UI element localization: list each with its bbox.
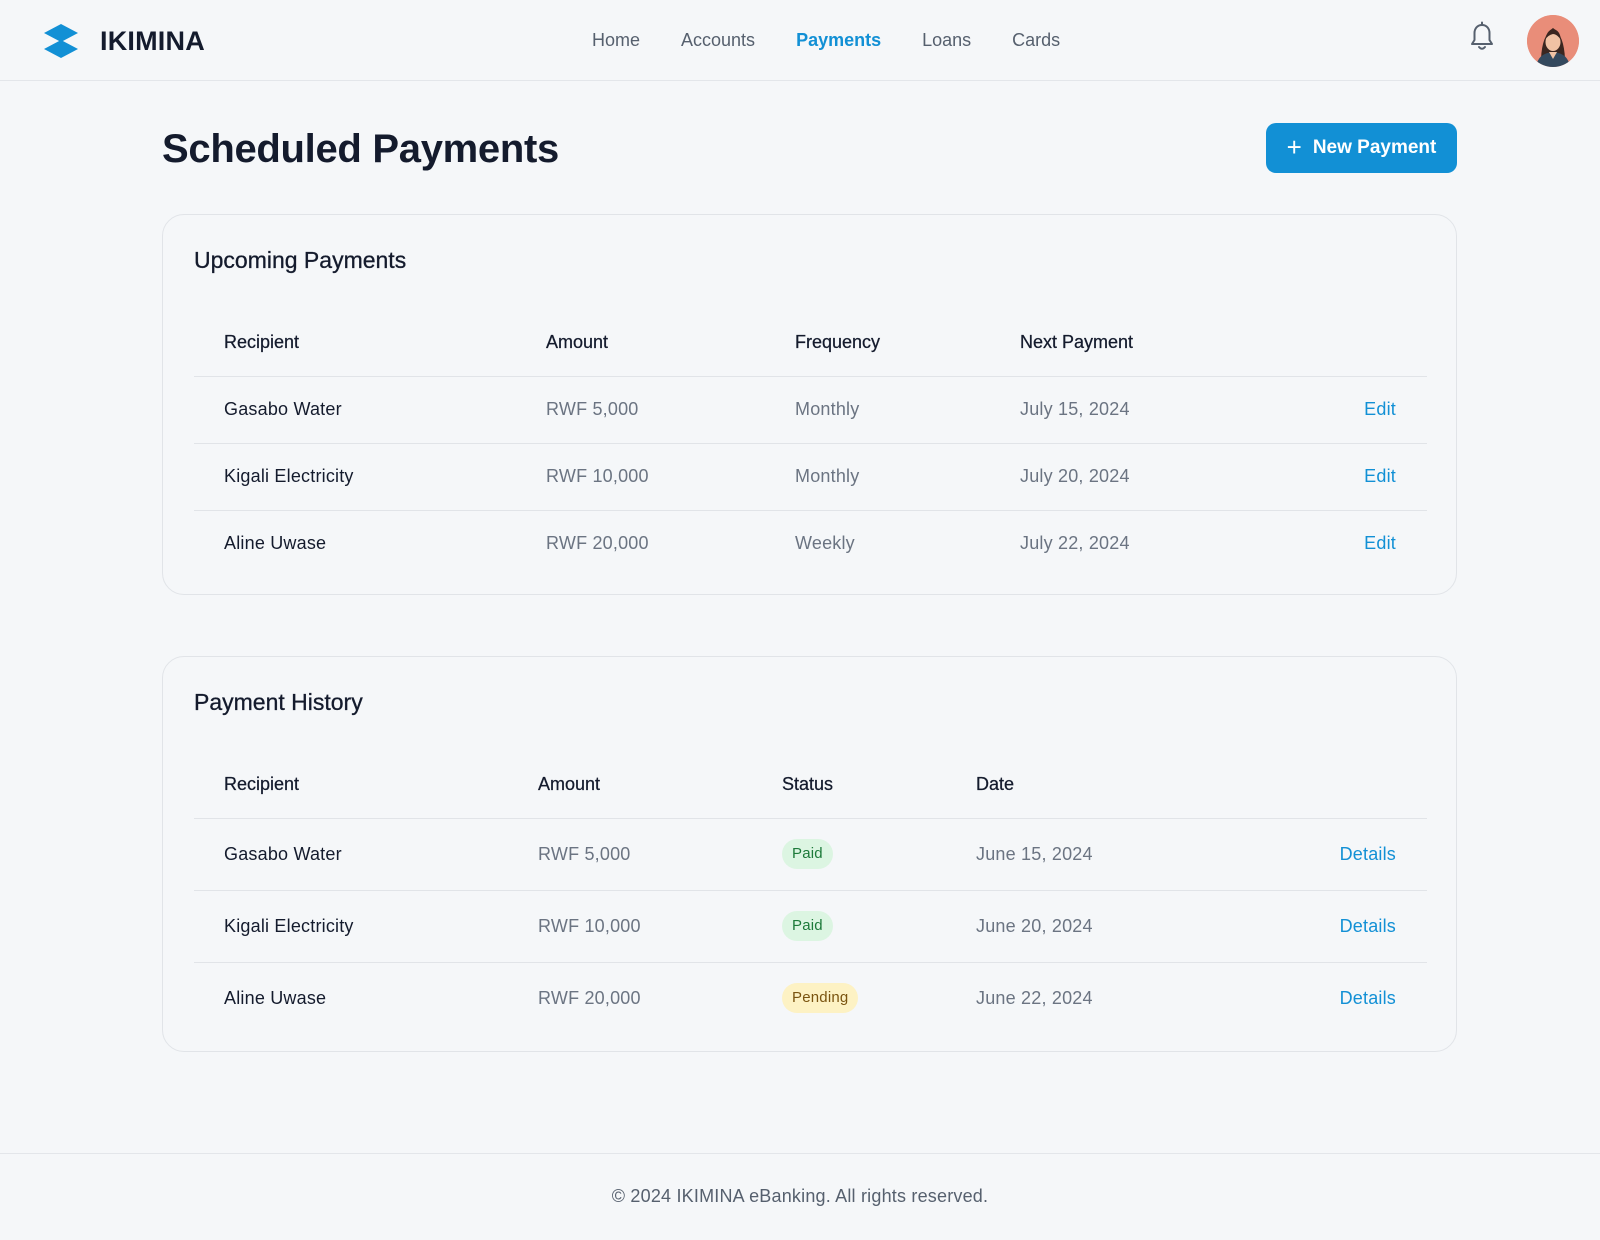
brand[interactable]: IKIMINA (42, 22, 205, 60)
action-cell: Edit (1250, 443, 1427, 511)
nav-item-payments[interactable]: Payments (796, 28, 881, 52)
nav-item-home[interactable]: Home (592, 28, 640, 52)
column-header-amount: Amount (516, 309, 765, 377)
main-nav: Home Accounts Payments Loans Cards (592, 28, 1101, 52)
column-header-frequency: Frequency (765, 309, 990, 377)
table-row: Gasabo Water RWF 5,000 Paid June 15, 202… (194, 818, 1427, 891)
next-payment-cell: July 15, 2024 (990, 376, 1250, 444)
payment-history-title: Payment History (194, 689, 363, 715)
action-cell: Details (1196, 962, 1427, 1034)
amount-cell: RWF 20,000 (538, 987, 641, 1008)
brand-name: IKIMINA (100, 25, 205, 56)
column-header-actions (1250, 309, 1427, 377)
user-avatar[interactable] (1527, 15, 1579, 67)
column-header-amount: Amount (508, 751, 752, 819)
action-cell: Edit (1250, 376, 1427, 444)
nav-item-accounts[interactable]: Accounts (681, 28, 755, 52)
column-header-next-payment: Next Payment (990, 309, 1250, 377)
bell-icon[interactable] (1467, 21, 1497, 53)
frequency-cell: Monthly (765, 376, 990, 444)
status-cell: Pending (752, 962, 946, 1034)
frequency-cell: Monthly (765, 443, 990, 511)
amount-cell: RWF 10,000 (516, 443, 765, 511)
recipient-cell: Gasabo Water (194, 376, 516, 444)
recipient-cell: Aline Uwase (224, 533, 327, 554)
edit-link[interactable]: Edit (1364, 399, 1396, 419)
table-row: Aline Uwase RWF 20,000 Weekly July 22, 2… (194, 510, 1427, 577)
amount-cell: RWF 10,000 (508, 890, 752, 963)
amount-cell: RWF 5,000 (508, 818, 752, 891)
details-link[interactable]: Details (1340, 844, 1396, 864)
table-row: Kigali Electricity RWF 10,000 Paid June … (194, 890, 1427, 963)
column-header-recipient: Recipient (194, 751, 508, 819)
footer: © 2024 IKIMINA eBanking. All rights rese… (0, 1153, 1600, 1240)
new-payment-label: New Payment (1312, 137, 1437, 158)
status-badge: Paid (782, 911, 833, 941)
payment-history-table: Recipient Amount Status Date Gasabo Wate… (194, 751, 1427, 1034)
table-header-row: Recipient Amount Frequency Next Payment (194, 309, 1427, 377)
amount-cell: RWF 20,000 (546, 533, 649, 554)
page-title: Scheduled Payments (162, 127, 559, 171)
amount-cell: RWF 5,000 (516, 376, 765, 444)
date-cell: June 15, 2024 (946, 818, 1196, 891)
column-header-date: Date (946, 751, 1196, 819)
upcoming-payments-title: Upcoming Payments (194, 247, 407, 273)
copyright-text: © 2024 IKIMINA eBanking. All rights rese… (611, 1186, 989, 1206)
details-link[interactable]: Details (1340, 916, 1396, 936)
status-cell: Paid (752, 818, 946, 891)
table-row: Gasabo Water RWF 5,000 Monthly July 15, … (194, 376, 1427, 444)
status-cell: Paid (752, 890, 946, 963)
nav-item-cards[interactable]: Cards (1012, 28, 1060, 52)
avatar-portrait-icon (1527, 15, 1579, 67)
frequency-cell: Weekly (795, 533, 855, 554)
column-header-status: Status (752, 751, 946, 819)
recipient-cell: Kigali Electricity (194, 890, 508, 963)
edit-link[interactable]: Edit (1364, 533, 1396, 553)
new-payment-button[interactable]: + New Payment (1266, 123, 1457, 173)
recipient-cell: Aline Uwase (224, 987, 327, 1008)
nav-item-loans[interactable]: Loans (922, 28, 971, 52)
action-cell: Details (1196, 890, 1427, 963)
edit-link[interactable]: Edit (1364, 466, 1396, 486)
details-link[interactable]: Details (1340, 988, 1396, 1008)
top-navigation-bar: IKIMINA Home Accounts Payments Loans Car… (0, 0, 1600, 81)
table-header-row: Recipient Amount Status Date (194, 751, 1427, 819)
next-payment-cell: July 22, 2024 (1020, 533, 1130, 554)
date-cell: June 22, 2024 (976, 987, 1093, 1008)
action-cell: Edit (1250, 510, 1427, 577)
recipient-cell: Gasabo Water (194, 818, 508, 891)
status-badge: Paid (782, 839, 833, 869)
next-payment-cell: July 20, 2024 (990, 443, 1250, 511)
column-header-recipient: Recipient (194, 309, 516, 377)
upcoming-payments-card: Upcoming Payments Recipient Amount Frequ… (162, 214, 1457, 595)
column-header-actions (1196, 751, 1427, 819)
table-row: Kigali Electricity RWF 10,000 Monthly Ju… (194, 443, 1427, 511)
date-cell: June 20, 2024 (946, 890, 1196, 963)
status-badge: Pending (782, 983, 859, 1014)
recipient-cell: Kigali Electricity (194, 443, 516, 511)
table-row: Aline Uwase RWF 20,000 Pending June 22, … (194, 962, 1427, 1034)
plus-icon: + (1286, 131, 1302, 162)
ikimina-logo-icon (44, 24, 78, 58)
upcoming-payments-table: Recipient Amount Frequency Next Payment … (194, 309, 1427, 577)
action-cell: Details (1196, 818, 1427, 891)
payment-history-card: Payment History Recipient Amount Status … (162, 656, 1457, 1052)
